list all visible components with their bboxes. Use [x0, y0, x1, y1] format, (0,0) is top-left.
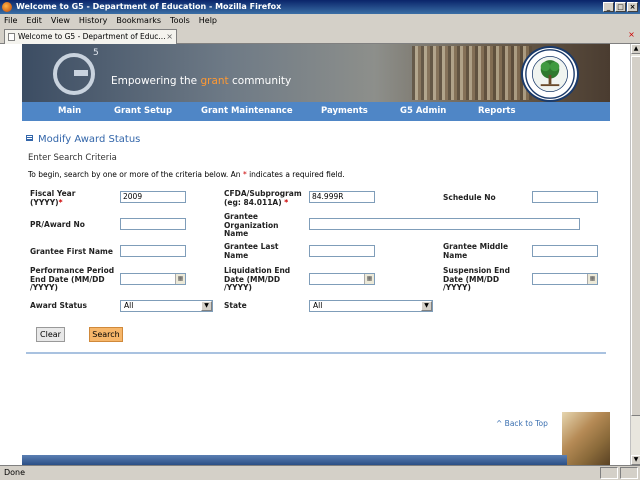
cfda-label: CFDA/Subprogram (eg: 84.011A) *: [224, 189, 306, 207]
dropdown-arrow-icon[interactable]: ▼: [201, 301, 212, 311]
state-select[interactable]: All ▼: [309, 300, 433, 312]
pr-award-label: PR/Award No: [30, 220, 85, 229]
nav-payments[interactable]: Payments: [321, 106, 368, 116]
window-controls: _ □ ×: [603, 2, 638, 12]
menu-help[interactable]: Help: [199, 16, 217, 25]
divider: [26, 352, 606, 354]
status-cell: [600, 467, 618, 479]
menu-file[interactable]: File: [4, 16, 17, 25]
minimize-button[interactable]: _: [603, 2, 614, 12]
calendar-icon[interactable]: ▦: [587, 274, 597, 284]
search-button[interactable]: Search: [89, 327, 123, 342]
banner-bookshelf-image: [412, 46, 532, 100]
scroll-up-icon[interactable]: ▲: [631, 44, 640, 54]
nav-reports[interactable]: Reports: [478, 106, 516, 116]
tab-label: Welcome to G5 - Department of Educ...: [18, 32, 166, 41]
liq-end-date-label: Liquidation End Date (MM/DD /YYYY): [224, 266, 291, 292]
instructions-pre: To begin, search by one or more of the c…: [28, 170, 243, 179]
menu-view[interactable]: View: [51, 16, 70, 25]
page-icon: [8, 33, 15, 41]
maximize-button[interactable]: □: [615, 2, 626, 12]
pr-award-input[interactable]: [120, 218, 186, 230]
fiscal-year-label-text: Fiscal Year (YYYY): [30, 189, 76, 207]
grantee-middle-label: Grantee Middle Name: [443, 242, 509, 260]
cfda-required: *: [284, 197, 289, 207]
grantee-first-label: Grantee First Name: [30, 247, 113, 256]
menu-bookmarks[interactable]: Bookmarks: [116, 16, 161, 25]
browser-tab[interactable]: Welcome to G5 - Department of Educ... ×: [4, 29, 177, 44]
menu-history[interactable]: History: [79, 16, 107, 25]
g5-logo: [53, 53, 95, 95]
page-title: Modify Award Status: [26, 134, 140, 145]
liq-end-date-input[interactable]: ▦: [309, 273, 375, 285]
g5-logo-superscript: 5: [93, 48, 99, 58]
award-status-label: Award Status: [30, 301, 87, 310]
close-window-button[interactable]: ×: [627, 2, 638, 12]
ed-seal-icon: [521, 46, 579, 102]
page-title-text: Modify Award Status: [38, 134, 141, 145]
instructions: To begin, search by one or more of the c…: [28, 170, 345, 179]
footer-classroom-image: [562, 412, 610, 465]
fiscal-year-input[interactable]: 2009: [120, 191, 186, 203]
grantee-last-input[interactable]: [309, 245, 375, 257]
instructions-post: indicates a required field.: [246, 170, 345, 179]
nav-main[interactable]: Main: [58, 106, 81, 116]
nav-grant-maintenance[interactable]: Grant Maintenance: [201, 106, 293, 116]
schedule-no-input[interactable]: [532, 191, 598, 203]
window-title: Welcome to G5 - Department of Education …: [16, 2, 282, 11]
tabbar: Welcome to G5 - Department of Educ... × …: [0, 27, 640, 44]
award-status-select[interactable]: All ▼: [120, 300, 213, 312]
grantee-org-input[interactable]: [309, 218, 580, 230]
tab-close-icon[interactable]: ×: [166, 30, 173, 44]
firefox-icon: [2, 2, 12, 12]
vertical-scrollbar[interactable]: ▲ ▼: [630, 44, 640, 465]
grantee-last-label: Grantee Last Name: [224, 242, 279, 260]
state-label: State: [224, 301, 247, 310]
banner: 5 Empowering the grant community: [22, 44, 610, 102]
state-value: All: [313, 301, 323, 310]
footer-bar: [22, 455, 567, 465]
status-cell: [620, 467, 638, 479]
grantee-first-input[interactable]: [120, 245, 186, 257]
cfda-input[interactable]: 84.999R: [309, 191, 375, 203]
status-text: Done: [4, 468, 26, 477]
main-nav: Main Grant Setup Grant Maintenance Payme…: [22, 102, 610, 121]
schedule-no-label: Schedule No: [443, 193, 496, 202]
banner-tagline: Empowering the grant community: [111, 75, 291, 87]
menubar: File Edit View History Bookmarks Tools H…: [0, 14, 640, 27]
menu-tools[interactable]: Tools: [170, 16, 190, 25]
status-bar: Done: [0, 465, 640, 480]
grantee-middle-input[interactable]: [532, 245, 598, 257]
nav-grant-setup[interactable]: Grant Setup: [114, 106, 172, 116]
calendar-icon[interactable]: ▦: [175, 274, 185, 284]
calendar-icon[interactable]: ▦: [364, 274, 374, 284]
tagline-post: community: [228, 75, 292, 87]
window-titlebar: Welcome to G5 - Department of Education …: [0, 0, 640, 14]
close-tab-icon[interactable]: ×: [626, 30, 637, 41]
susp-end-date-label: Suspension End Date (MM/DD /YYYY): [443, 266, 510, 292]
section-icon: [26, 135, 33, 141]
clear-button[interactable]: Clear: [36, 327, 65, 342]
fiscal-year-label: Fiscal Year (YYYY)*: [30, 189, 110, 207]
browser-content: 5 Empowering the grant community Main Gr…: [0, 44, 630, 465]
scroll-thumb[interactable]: [631, 56, 640, 416]
grantee-org-label: Grantee Organization Name: [224, 212, 279, 238]
status-cells: [600, 467, 638, 479]
dropdown-arrow-icon[interactable]: ▼: [421, 301, 432, 311]
award-status-value: All: [124, 301, 134, 310]
nav-g5-admin[interactable]: G5 Admin: [400, 106, 446, 116]
fiscal-year-required: *: [58, 197, 63, 207]
tagline-accent: grant: [200, 75, 229, 87]
g5-page: 5 Empowering the grant community Main Gr…: [22, 44, 610, 465]
susp-end-date-input[interactable]: ▦: [532, 273, 598, 285]
menu-edit[interactable]: Edit: [26, 16, 42, 25]
cfda-label-text: CFDA/Subprogram (eg: 84.011A): [224, 189, 302, 207]
back-to-top-link[interactable]: ^ Back to Top: [496, 419, 548, 428]
perf-end-date-input[interactable]: ▦: [120, 273, 186, 285]
scroll-down-icon[interactable]: ▼: [631, 455, 640, 465]
tagline-pre: Empowering the: [111, 75, 201, 87]
perf-end-date-label: Performance Period End Date (MM/DD /YYYY…: [30, 266, 115, 292]
section-subtitle: Enter Search Criteria: [28, 153, 117, 163]
